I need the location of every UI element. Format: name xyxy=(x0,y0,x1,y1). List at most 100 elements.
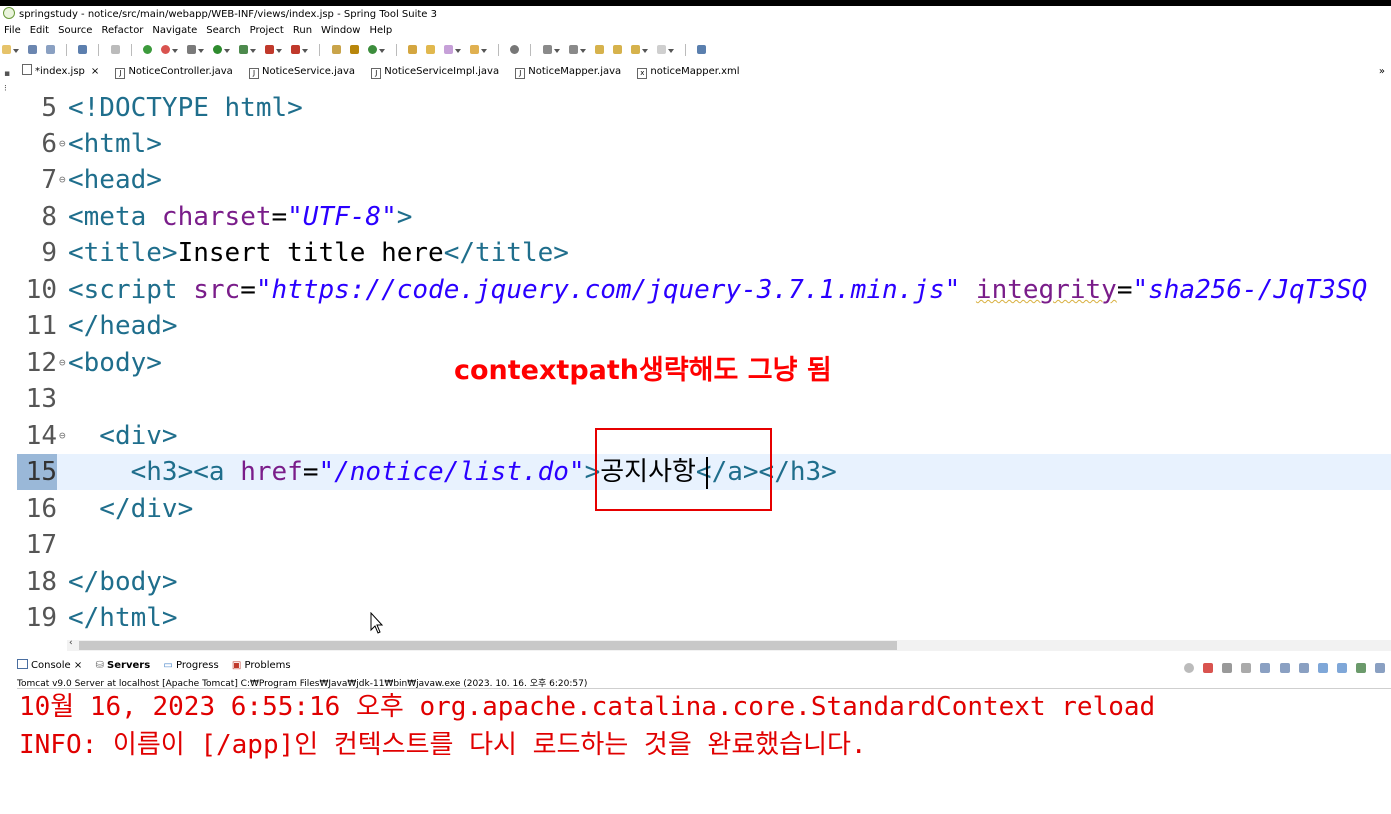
tab-notice-mapper-java[interactable]: J NoticeMapper.java xyxy=(510,63,629,81)
last-edit-location-icon[interactable] xyxy=(594,45,604,54)
code-line: 9 <title>Insert title here</title> xyxy=(17,235,1391,271)
terminate-icon[interactable] xyxy=(1203,663,1214,673)
tab-progress[interactable]: ▭ Progress xyxy=(163,657,218,674)
debug-dropdown-icon[interactable] xyxy=(197,49,204,53)
back-arrow-icon[interactable] xyxy=(630,45,640,54)
open-console-icon[interactable] xyxy=(1375,663,1385,673)
pencil-icon[interactable] xyxy=(444,45,454,54)
tab-index-jsp[interactable]: *index.jsp × xyxy=(17,63,108,81)
close-icon[interactable]: × xyxy=(74,660,82,671)
back-dropdown-icon[interactable] xyxy=(641,49,648,53)
remove-all-icon[interactable] xyxy=(1241,663,1252,673)
save-icon[interactable] xyxy=(28,45,38,54)
toolbar-separator xyxy=(319,44,321,56)
line-number: 17 xyxy=(25,530,57,560)
scroll-left-icon[interactable]: ‹ xyxy=(69,638,73,648)
tab-notice-controller[interactable]: J NoticeController.java xyxy=(110,63,240,81)
open-folder-icon[interactable] xyxy=(470,45,480,54)
mouse-pointer-icon xyxy=(370,612,384,634)
tab-console[interactable]: Console × xyxy=(17,657,82,674)
fold-icon[interactable]: ⊖ xyxy=(59,126,66,162)
editor-horizontal-scrollbar[interactable]: ‹ xyxy=(67,638,1391,651)
console-output[interactable]: 10월 16, 2023 6:55:16 오후 org.apache.catal… xyxy=(17,688,1391,814)
next-annotation-icon[interactable] xyxy=(542,45,552,54)
remove-launch-icon[interactable] xyxy=(1222,663,1233,673)
restart-icon[interactable] xyxy=(1184,663,1195,673)
xml-file-icon: x xyxy=(637,68,648,79)
menu-search[interactable]: Search xyxy=(206,25,240,36)
toolbar-separator xyxy=(66,44,68,56)
pin-console-icon[interactable] xyxy=(1355,663,1366,673)
tab-label: Progress xyxy=(175,660,219,671)
tab-notice-mapper-xml[interactable]: x noticeMapper.xml xyxy=(632,63,747,81)
new-icon[interactable] xyxy=(2,45,11,54)
tab-label: noticeMapper.xml xyxy=(650,66,740,77)
globe-icon[interactable] xyxy=(510,45,520,54)
close-icon[interactable]: × xyxy=(91,66,99,77)
save-all-icon[interactable] xyxy=(46,45,56,54)
tab-label: NoticeController.java xyxy=(128,66,233,77)
menu-help[interactable]: Help xyxy=(369,25,392,36)
boot-dropdown-icon[interactable] xyxy=(171,49,178,53)
code-line: 8 <meta charset="UTF-8"> xyxy=(17,199,1391,235)
word-wrap-icon[interactable] xyxy=(1298,663,1309,673)
forward-edit-icon[interactable] xyxy=(612,45,622,54)
show-on-error-icon[interactable] xyxy=(1336,663,1347,673)
annotation-highlight-box xyxy=(595,428,772,511)
clear-console-icon[interactable] xyxy=(1260,663,1271,673)
menu-navigate[interactable]: Navigate xyxy=(152,25,197,36)
new-package-icon[interactable] xyxy=(349,45,359,54)
run-last-tool-icon[interactable] xyxy=(239,45,249,54)
tab-label: NoticeService.java xyxy=(262,66,356,77)
stop-icon[interactable] xyxy=(265,45,275,54)
fold-icon[interactable]: ⊖ xyxy=(59,162,66,198)
run-dropdown-icon[interactable] xyxy=(224,49,231,53)
scroll-lock-icon[interactable] xyxy=(1279,663,1290,673)
forward-arrow-icon[interactable] xyxy=(657,45,666,54)
tab-overflow-button[interactable]: » xyxy=(1379,63,1385,81)
menu-edit[interactable]: Edit xyxy=(30,25,49,36)
menu-refactor[interactable]: Refactor xyxy=(101,25,143,36)
menu-run[interactable]: Run xyxy=(293,25,312,36)
open-task-icon[interactable] xyxy=(425,45,435,54)
tab-notice-service[interactable]: J NoticeService.java xyxy=(244,63,363,81)
open-perspective-icon[interactable] xyxy=(697,45,707,54)
prev-annotation-dropdown-icon[interactable] xyxy=(579,49,586,53)
run-icon[interactable] xyxy=(213,45,223,54)
skip-breakpoints-icon[interactable] xyxy=(110,45,120,54)
open-type-icon[interactable] xyxy=(407,45,417,54)
menu-source[interactable]: Source xyxy=(58,25,92,36)
new-class-icon[interactable] xyxy=(367,45,377,54)
terminal-icon[interactable] xyxy=(78,45,88,54)
tab-notice-service-impl[interactable]: J NoticeServiceImpl.java xyxy=(366,63,507,81)
forward-dropdown-icon[interactable] xyxy=(668,49,674,53)
minimize-icon[interactable]: ▪ xyxy=(4,69,10,79)
code-line: 5 <!DOCTYPE html> xyxy=(17,90,1391,126)
relaunch-dropdown-icon[interactable] xyxy=(302,49,309,53)
next-annotation-dropdown-icon[interactable] xyxy=(553,49,560,53)
tab-problems[interactable]: ▣ Problems xyxy=(232,657,291,674)
fold-icon[interactable]: ⊖ xyxy=(59,345,66,381)
debug-icon[interactable] xyxy=(186,45,196,54)
menu-window[interactable]: Window xyxy=(321,25,360,36)
show-on-output-icon[interactable] xyxy=(1317,663,1328,673)
menu-project[interactable]: Project xyxy=(250,25,284,36)
tool-dropdown-icon[interactable] xyxy=(250,49,257,53)
tab-servers[interactable]: ⛁ Servers xyxy=(95,657,150,674)
prev-annotation-icon[interactable] xyxy=(568,45,578,54)
relaunch-icon[interactable] xyxy=(291,45,301,54)
menu-file[interactable]: File xyxy=(4,25,21,36)
code-text: <!DOCTYPE html> xyxy=(68,93,303,123)
pencil-dropdown-icon[interactable] xyxy=(455,49,462,53)
outline-icon[interactable]: ⁝ xyxy=(4,84,7,94)
stop-dropdown-icon[interactable] xyxy=(276,49,283,53)
folder-dropdown-icon[interactable] xyxy=(481,49,488,53)
start-server-icon[interactable] xyxy=(142,45,152,54)
fold-icon[interactable]: ⊖ xyxy=(59,418,66,454)
scrollbar-thumb[interactable] xyxy=(79,641,897,650)
boot-dashboard-icon[interactable] xyxy=(160,45,170,54)
new-java-project-icon[interactable] xyxy=(331,45,341,54)
console-line: 10월 16, 2023 6:55:16 오후 org.apache.catal… xyxy=(19,692,1156,722)
new-dropdown-icon[interactable] xyxy=(13,49,19,53)
new-class-dropdown-icon[interactable] xyxy=(378,49,385,53)
